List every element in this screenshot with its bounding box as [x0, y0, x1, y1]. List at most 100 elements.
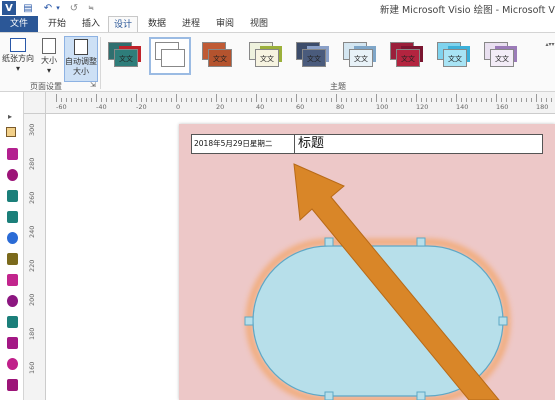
save-icon[interactable]: ▤	[22, 1, 34, 15]
stencil-shape-icon[interactable]	[7, 190, 18, 202]
ruler-tick-mark	[301, 98, 302, 102]
tab-review[interactable]: 审阅	[210, 16, 240, 32]
ruler-tick-mark	[366, 98, 367, 102]
ruler-tick-mark	[401, 98, 402, 102]
theme-option[interactable]: 文文	[480, 39, 518, 73]
theme-swatch-front: 文文	[255, 49, 279, 67]
ruler-tick-mark	[256, 94, 257, 102]
stencil-shape-icon[interactable]	[7, 295, 18, 307]
ruler-tick-label: 80	[336, 103, 345, 111]
ruler-tick-mark	[251, 98, 252, 102]
ruler-tick-mark	[106, 98, 107, 102]
tab-view[interactable]: 视图	[244, 16, 274, 32]
ruler-tick-mark	[371, 98, 372, 102]
theme-option[interactable]: 文文	[245, 39, 283, 73]
ruler-tick-label: -40	[96, 103, 107, 111]
ruler-tick-mark	[56, 94, 57, 102]
connection-handle[interactable]	[498, 316, 508, 326]
tab-process[interactable]: 进程	[176, 16, 206, 32]
stencil-shape-icon[interactable]	[7, 169, 18, 181]
stencil-shape-icon[interactable]	[7, 379, 18, 391]
connection-handle[interactable]	[416, 237, 426, 247]
ruler-tick-mark	[116, 98, 117, 102]
ruler-tick-mark	[226, 98, 227, 102]
drawing-canvas[interactable]: 2018年5月29日星期二 标题	[46, 114, 555, 400]
theme-option[interactable]: 文文	[339, 39, 377, 73]
stencil-shape-icon[interactable]	[7, 253, 18, 265]
ruler-tick-mark	[501, 98, 502, 102]
undo-icon[interactable]: ↶	[42, 1, 54, 15]
ruler-tick-mark	[131, 98, 132, 102]
autosize-label-line2: 大小	[73, 67, 89, 76]
stencil-shape-icon[interactable]	[7, 232, 18, 244]
theme-gallery-more-icon[interactable]: ▴▾▾	[545, 39, 555, 73]
ruler-tick-mark	[426, 98, 427, 102]
ruler-tick-label: 40	[256, 103, 265, 111]
drawing-page[interactable]: 2018年5月29日星期二 标题	[179, 124, 555, 400]
theme-option[interactable]: 文文	[386, 39, 424, 73]
tab-insert[interactable]: 插入	[76, 16, 106, 32]
ruler-tick-label: 260	[28, 191, 36, 204]
theme-option[interactable]: 文文	[292, 39, 330, 73]
ruler-tick-mark	[526, 98, 527, 102]
connection-handle[interactable]	[416, 391, 426, 400]
ruler-tick-mark	[101, 98, 102, 102]
customize-quick-access-icon[interactable]: ≒	[86, 1, 96, 15]
ruler-tick-mark	[491, 98, 492, 102]
tab-data[interactable]: 数据	[142, 16, 172, 32]
theme-option[interactable]: 文文	[433, 39, 471, 73]
window-title: 新建 Microsoft Visio 绘图 - Microsoft Visio	[380, 5, 555, 16]
ruler-tick-mark	[271, 98, 272, 102]
stencil-shape-icon[interactable]	[7, 211, 18, 223]
ruler-tick-mark	[521, 98, 522, 102]
ruler-tick-mark	[96, 94, 97, 102]
tab-file[interactable]: 文件	[0, 16, 38, 32]
title-bar: V ▤ ↶ ▾ ↺ ≒ 新建 Microsoft Visio 绘图 - Micr…	[0, 0, 555, 16]
orientation-icon	[10, 38, 26, 52]
theme-option[interactable]: 文文	[104, 39, 142, 73]
theme-option[interactable]	[149, 37, 191, 75]
stencil-shape-icon[interactable]	[7, 148, 18, 160]
stencil-shape-icon[interactable]	[7, 274, 18, 286]
tab-design[interactable]: 设计	[108, 16, 138, 32]
ruler-tick-mark	[411, 98, 412, 102]
ruler-tick-mark	[76, 98, 77, 102]
pane-expand-icon[interactable]: ▸	[8, 112, 12, 121]
ruler-tick-mark	[331, 98, 332, 102]
ruler-tick-mark	[71, 98, 72, 102]
ruler-tick-mark	[296, 94, 297, 102]
stencil-shape-icon[interactable]	[7, 358, 18, 370]
connection-handle[interactable]	[324, 237, 334, 247]
theme-option[interactable]: 文文	[198, 39, 236, 73]
vertical-ruler: 300 280 260 240 220 200 180 160	[24, 114, 46, 400]
connection-handle[interactable]	[324, 391, 334, 400]
drawing-shapes[interactable]	[179, 124, 555, 400]
stencil-shape-icon[interactable]	[7, 316, 18, 328]
ruler-tick-mark	[386, 98, 387, 102]
themes-group-label: 主题	[330, 82, 346, 91]
ruler-tick-mark	[86, 98, 87, 102]
orientation-button[interactable]: 纸张方向 ▾	[2, 36, 34, 82]
ruler-tick-mark	[381, 98, 382, 102]
theme-swatch-front: 文文	[208, 49, 232, 67]
undo-dropdown-icon[interactable]: ▾	[54, 1, 62, 15]
ruler-tick-label: 200	[28, 293, 36, 306]
ruler-tick-mark	[196, 98, 197, 102]
ruler-tick-mark	[551, 98, 552, 102]
stencil-shape-icon[interactable]	[7, 337, 18, 349]
autosize-button[interactable]: 自动调整 大小	[64, 36, 98, 82]
page-setup-group-label: 页面设置	[30, 82, 62, 91]
ruler-tick-mark	[346, 98, 347, 102]
ruler-tick-mark	[306, 98, 307, 102]
ruler-tick-mark	[156, 98, 157, 102]
ruler-tick-label: 180	[536, 103, 549, 111]
ruler-tick-mark	[376, 94, 377, 102]
shapes-stencil-icon[interactable]	[6, 127, 16, 137]
page-setup-launcher-icon[interactable]: ⇲	[90, 81, 96, 89]
app-icon: V	[2, 1, 16, 15]
tab-home[interactable]: 开始	[42, 16, 72, 32]
ruler-tick-mark	[166, 98, 167, 102]
redo-icon[interactable]: ↺	[68, 1, 80, 15]
connection-handle[interactable]	[244, 316, 254, 326]
size-button[interactable]: 大小 ▾	[36, 36, 62, 82]
